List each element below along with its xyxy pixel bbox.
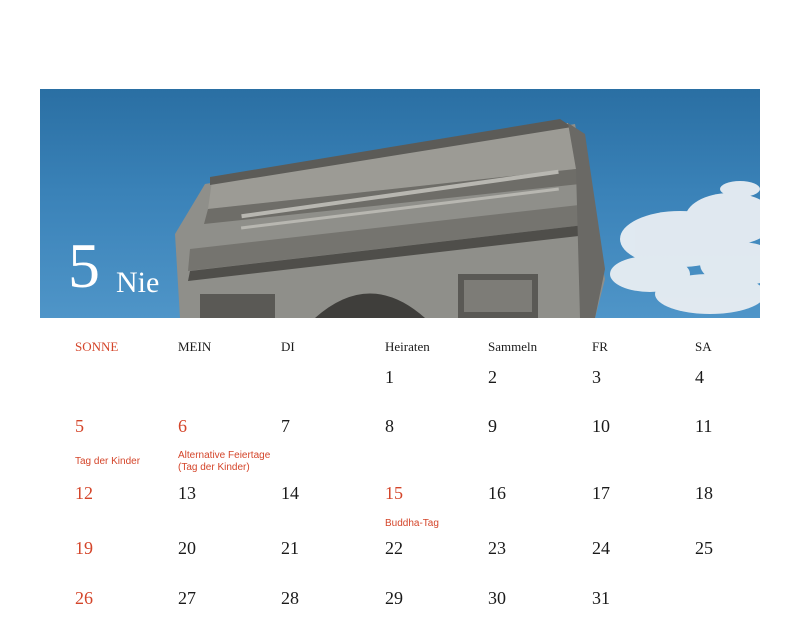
day-cell: 14	[281, 483, 299, 503]
day-cell: 12	[75, 483, 93, 503]
weekday-monday: MEIN	[178, 339, 212, 354]
weekday-thursday: Sammeln	[488, 339, 538, 354]
weekday-saturday: SA	[695, 339, 712, 354]
day-cell: 7	[281, 416, 290, 436]
day-cell: 20	[178, 538, 196, 558]
holiday-label: Alternative Feiertage (Tag der Kinder)	[178, 450, 271, 473]
day-cell: 17	[592, 483, 610, 503]
day-cell: 6	[178, 416, 187, 436]
weekday-wednesday: Heiraten	[385, 339, 430, 354]
day-cell: 30	[488, 588, 506, 608]
day-cell: 29	[385, 588, 403, 608]
day-cell: 21	[281, 538, 299, 558]
day-cell: 5	[75, 416, 84, 436]
day-cell: 24	[592, 538, 610, 558]
day-cell: 10	[592, 416, 610, 436]
day-cell: 28	[281, 588, 299, 608]
day-cell: 22	[385, 538, 403, 558]
day-cell: 11	[695, 416, 713, 436]
day-cell: 15	[385, 483, 403, 503]
holiday-label: Tag der Kinder	[75, 456, 141, 467]
weekday-friday: FR	[592, 339, 608, 354]
holiday-label: Buddha-Tag	[385, 518, 439, 529]
day-cell: 8	[385, 416, 394, 436]
day-cell: 26	[75, 588, 93, 608]
day-cell: 1	[385, 367, 394, 387]
day-cell: 19	[75, 538, 93, 558]
day-cell: 2	[488, 367, 497, 387]
day-cell: 18	[695, 483, 713, 503]
day-cell: 31	[592, 588, 610, 608]
day-cell: 23	[488, 538, 506, 558]
day-cell: 25	[695, 538, 713, 558]
day-cell: 9	[488, 416, 497, 436]
calendar-grid: SONNE MEIN DI Heiraten Sammeln FR SA 1 2…	[0, 0, 800, 644]
day-cell: 3	[592, 367, 601, 387]
weekday-tuesday: DI	[281, 339, 295, 354]
day-cell: 4	[695, 367, 704, 387]
day-cell: 16	[488, 483, 506, 503]
day-cell: 13	[178, 483, 196, 503]
day-cell: 27	[178, 588, 196, 608]
weekday-sunday: SONNE	[75, 339, 119, 354]
